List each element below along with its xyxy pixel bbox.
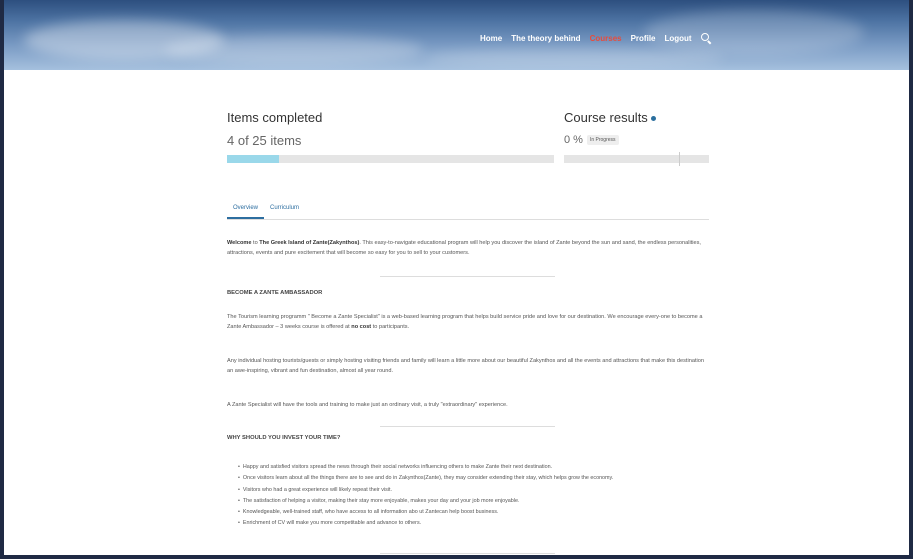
tab-curriculum[interactable]: Curriculum xyxy=(264,202,305,219)
course-progress-bar xyxy=(564,152,709,166)
course-tabs: Overview Curriculum xyxy=(227,202,709,220)
list-item: Knowledgeable, well-trained staff, who h… xyxy=(238,507,708,518)
list-item: The satisfaction of helping a visitor, m… xyxy=(238,496,708,507)
welcome-paragraph: Welcome to The Greek Island of Zante(Zak… xyxy=(227,238,709,258)
course-result-value: 0 % In Progress xyxy=(564,134,619,146)
nav-theory-link[interactable]: The theory behind xyxy=(511,34,580,43)
nav-home-link[interactable]: Home xyxy=(480,34,502,43)
list-item: Visitors who had a great experience will… xyxy=(238,485,708,496)
main-nav: Home The theory behind Courses Profile L… xyxy=(480,33,711,43)
specialist-paragraph: A Zante Specialist will have the tools a… xyxy=(227,402,508,408)
section-divider xyxy=(380,276,555,277)
program-text-end: to participants. xyxy=(372,324,410,330)
search-icon[interactable] xyxy=(700,33,711,43)
invest-heading: WHY SHOULD YOU INVEST YOUR TIME? xyxy=(227,435,341,441)
program-text: The Tourism learning programm " Become a… xyxy=(227,314,703,330)
welcome-to: to xyxy=(253,240,258,246)
cloud-decoration xyxy=(424,48,724,68)
course-results-label: Course results xyxy=(564,110,648,125)
items-count: 4 of 25 items xyxy=(227,133,302,148)
passing-grade-marker xyxy=(679,152,680,166)
section-divider xyxy=(380,426,555,427)
ambassador-heading: BECOME A ZANTE AMBASSADOR xyxy=(227,290,323,296)
section-divider xyxy=(380,553,555,554)
list-item: Happy and satisfied visitors spread the … xyxy=(238,462,708,473)
list-item: Once visitors learn about all the things… xyxy=(238,473,708,484)
header-banner xyxy=(4,0,909,70)
list-item: Enrichment of CV will make you more comp… xyxy=(238,518,708,529)
nav-profile-link[interactable]: Profile xyxy=(631,34,656,43)
info-dot-icon[interactable] xyxy=(650,116,656,122)
benefits-list: Happy and satisfied visitors spread the … xyxy=(238,462,708,530)
welcome-word: Welcome xyxy=(227,240,252,246)
items-progress-fill xyxy=(227,155,280,163)
island-name: The Greek Island of Zante(Zakynthos) xyxy=(259,240,360,246)
nav-logout-link[interactable]: Logout xyxy=(665,34,692,43)
program-paragraph: The Tourism learning programm " Become a… xyxy=(227,312,709,332)
items-completed-title: Items completed xyxy=(227,110,323,125)
cloud-decoration xyxy=(164,35,424,65)
items-progress-bar xyxy=(227,155,554,163)
no-cost-text: no cost xyxy=(351,324,372,330)
course-percent: 0 % xyxy=(564,134,583,146)
course-results-title: Course results xyxy=(564,110,656,125)
nav-courses-link[interactable]: Courses xyxy=(590,34,622,43)
hosting-paragraph: Any individual hosting tourists/guests o… xyxy=(227,358,704,374)
tab-overview[interactable]: Overview xyxy=(227,202,265,219)
status-badge: In Progress xyxy=(586,135,619,145)
